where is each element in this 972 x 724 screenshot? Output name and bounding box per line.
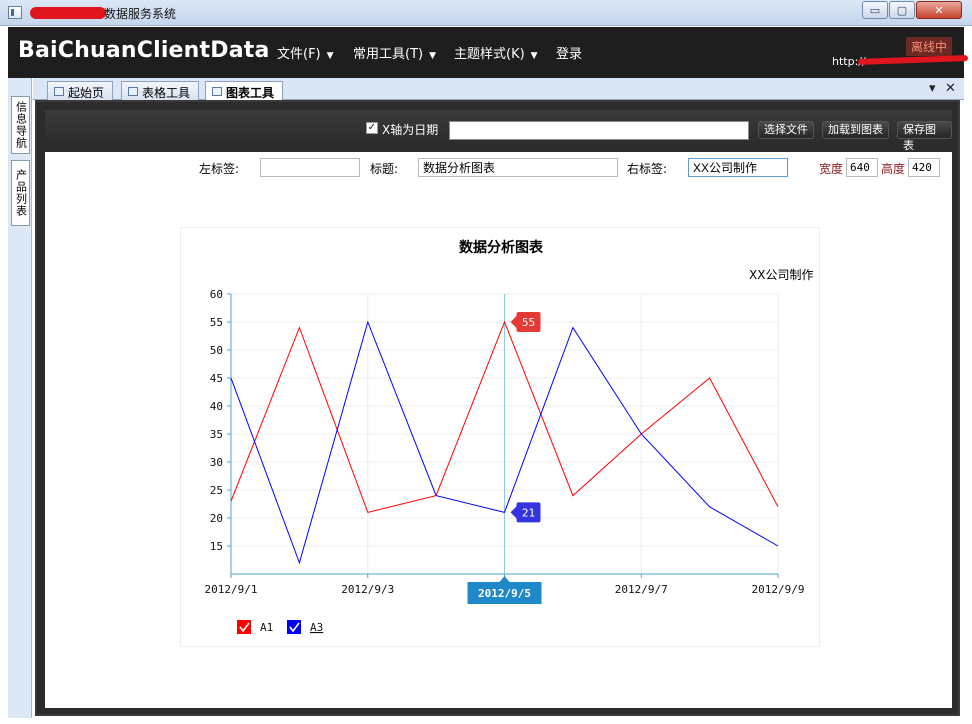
tab-start-page-label: 起始页 xyxy=(68,86,105,100)
window-title: 数据服务系统 xyxy=(104,7,177,21)
chart-tool-panel: ✓ X轴为日期 选择文件 加载到图表 保存图表 左标签: 标题: 右标签: 宽度… xyxy=(35,100,960,716)
status-badge: 离线中 xyxy=(906,37,953,56)
chart-icon xyxy=(212,87,222,96)
crosshair-x-label: 2012/9/5 xyxy=(478,587,531,600)
right-label-input[interactable] xyxy=(688,158,788,177)
title-caption: 标题: xyxy=(370,162,399,176)
chevron-down-icon: ▼ xyxy=(429,51,437,61)
tooltip-pointer xyxy=(510,506,517,519)
tab-list-dropdown-icon[interactable]: ▾ xyxy=(929,81,936,96)
tab-table-tool[interactable]: 表格工具 xyxy=(121,81,200,100)
menu-theme[interactable]: 主题样式(K) ▼ xyxy=(454,43,538,62)
left-label-input[interactable] xyxy=(260,158,360,177)
side-tab-navigation[interactable]: 信息导航 xyxy=(11,96,30,154)
x-tick-label: 2012/9/3 xyxy=(341,583,394,596)
tooltip-value-a3: 21 xyxy=(522,506,535,519)
window-titlebar: 数据服务系统 ▭ ▢ ✕ xyxy=(0,0,972,26)
choose-file-button[interactable]: 选择文件 xyxy=(758,121,814,139)
tab-start-page[interactable]: 起始页 xyxy=(47,81,114,100)
brand-title: BaiChuanClientData xyxy=(18,38,270,63)
legend-label-a1: A1 xyxy=(260,621,273,634)
y-tick-label: 15 xyxy=(210,540,223,553)
menu-file-label: 文件(F) xyxy=(277,47,321,62)
width-input[interactable] xyxy=(846,158,878,177)
app-header: BaiChuanClientData 文件(F) ▼ 常用工具(T) ▼ 主题样式(… xyxy=(8,27,969,78)
tab-chart-tool[interactable]: 图表工具 xyxy=(205,81,284,101)
y-tick-label: 35 xyxy=(210,428,223,441)
tab-chart-tool-label: 图表工具 xyxy=(226,86,275,100)
chart-plot[interactable]: 15 20 25 30 35 40 45 50 55 60 2012/9/1 2012/9/3 2012… xyxy=(181,228,821,648)
app-icon xyxy=(8,6,22,19)
tab-table-tool-label: 表格工具 xyxy=(142,86,191,100)
file-path-input[interactable] xyxy=(449,121,749,140)
close-button[interactable]: ✕ xyxy=(916,1,962,19)
save-chart-button[interactable]: 保存图表 xyxy=(897,121,952,152)
title-input[interactable] xyxy=(418,158,618,177)
height-caption: 高度 xyxy=(881,162,906,176)
x-is-date-checkbox[interactable]: ✓ xyxy=(366,122,378,134)
table-icon xyxy=(128,87,138,96)
menu-tools[interactable]: 常用工具(T) ▼ xyxy=(353,43,436,62)
x-is-date-label: X轴为日期 xyxy=(382,123,439,137)
y-tick-label: 25 xyxy=(210,484,223,497)
x-tick-label: 2012/9/7 xyxy=(615,583,668,596)
menu-login[interactable]: 登录 xyxy=(556,43,582,62)
maximize-button[interactable]: ▢ xyxy=(889,1,915,19)
document-tabs: 起始页 表格工具 图表工具 ▾ ✕ xyxy=(33,78,964,101)
width-caption: 宽度 xyxy=(819,162,844,176)
redaction-mark xyxy=(30,7,106,19)
y-tick-label: 55 xyxy=(210,316,223,329)
line-chart[interactable]: 15 20 25 30 35 40 45 50 55 60 2012/9/1 2012/9/3 2012… xyxy=(180,227,820,647)
y-tick-label: 60 xyxy=(210,288,223,301)
y-tick-label: 40 xyxy=(210,400,223,413)
load-to-chart-button[interactable]: 加载到图表 xyxy=(822,121,889,139)
side-tab-strip: 信息导航 产品列表 xyxy=(8,78,32,718)
chart-title: 数据分析图表 xyxy=(459,240,543,256)
y-tick-label: 20 xyxy=(210,512,223,525)
left-label-caption: 左标签: xyxy=(199,162,240,176)
chart-toolbar: ✓ X轴为日期 选择文件 加载到图表 保存图表 xyxy=(45,110,952,152)
crosshair-x-label-pointer xyxy=(499,576,510,582)
y-tick-label: 30 xyxy=(210,456,223,469)
x-tick-label: 2012/9/1 xyxy=(205,583,258,596)
legend-swatch-a1 xyxy=(237,620,251,634)
legend-swatch-a3 xyxy=(287,620,301,634)
y-tick-label: 50 xyxy=(210,344,223,357)
menu-file[interactable]: 文件(F) ▼ xyxy=(277,43,334,62)
tooltip-pointer xyxy=(510,316,517,328)
menu-theme-label: 主题样式(K) xyxy=(454,47,525,62)
chevron-down-icon: ▼ xyxy=(530,51,538,61)
tooltip-value-a1: 55 xyxy=(522,316,535,329)
home-icon xyxy=(54,87,64,96)
chart-subtitle: XX公司制作 xyxy=(749,268,814,282)
right-label-caption: 右标签: xyxy=(627,162,668,176)
height-input[interactable] xyxy=(908,158,940,177)
menu-tools-label: 常用工具(T) xyxy=(353,47,424,62)
redaction-mark xyxy=(857,55,969,65)
y-tick-label: 45 xyxy=(210,372,223,385)
minimize-button[interactable]: ▭ xyxy=(862,1,888,19)
x-tick-label: 2012/9/9 xyxy=(752,583,805,596)
tab-close-icon[interactable]: ✕ xyxy=(945,81,956,96)
side-tab-products[interactable]: 产品列表 xyxy=(11,160,30,226)
chart-canvas: 左标签: 标题: 右标签: 宽度 高度 15 20 25 30 35 40 45 50 55 60… xyxy=(45,152,952,708)
chevron-down-icon: ▼ xyxy=(326,51,334,61)
legend-label-a3: A3 xyxy=(310,621,323,634)
